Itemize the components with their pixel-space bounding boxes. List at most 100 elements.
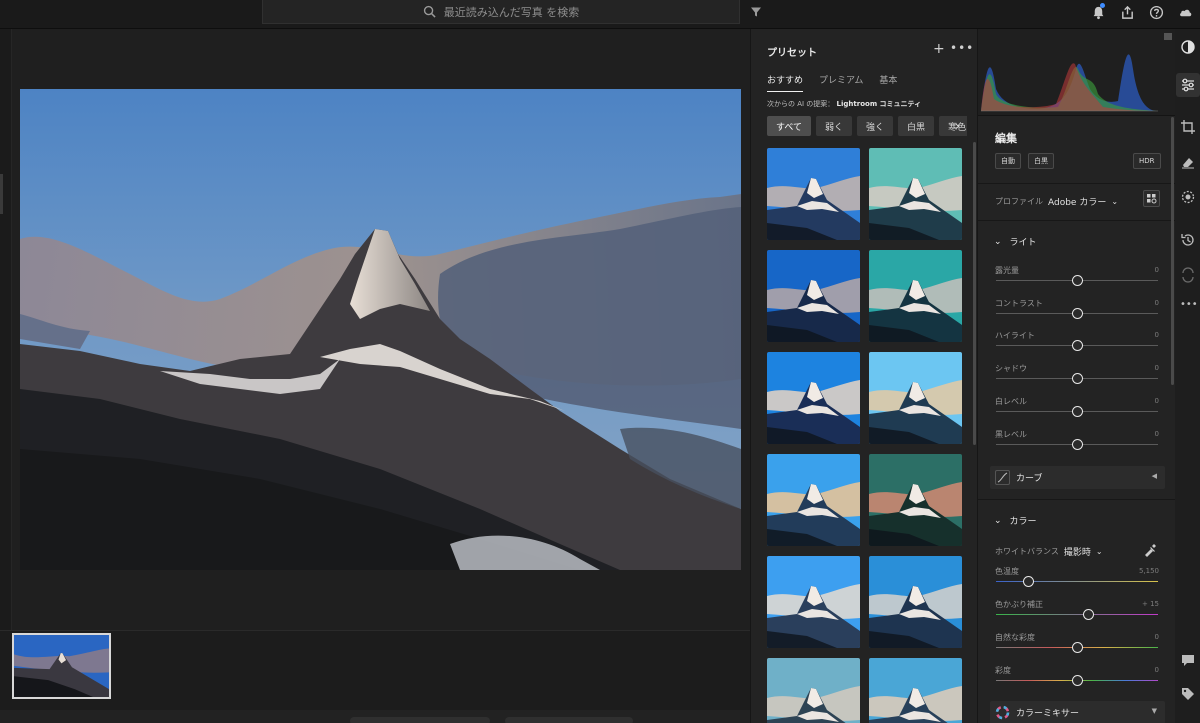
profile-label: プロファイル [995, 197, 1043, 206]
more-options-icon[interactable]: ••• [1180, 297, 1198, 313]
slider-handle[interactable] [1071, 373, 1083, 385]
share-button[interactable] [1113, 0, 1142, 24]
ai-suggestion-note: 次からの AI の提案： Lightroom コミュニティ [767, 99, 921, 109]
slider-value[interactable]: 5,150 [1139, 567, 1159, 575]
slider-label: 自然な彩度 [995, 633, 1035, 642]
slider-handle[interactable] [1071, 307, 1083, 319]
history-icon[interactable] [1180, 232, 1196, 248]
chip-bw[interactable]: 白黒 [898, 116, 935, 136]
preset-thumbnail[interactable] [869, 148, 962, 240]
preset-thumbnail[interactable] [767, 148, 860, 240]
curve-row[interactable]: カーブ ◀ [990, 466, 1165, 489]
slider-value[interactable]: 0 [1155, 666, 1159, 674]
profile-browser-button[interactable] [1143, 190, 1160, 207]
slider-value[interactable]: 0 [1155, 633, 1159, 641]
slider-handle[interactable] [1071, 275, 1083, 286]
caret-down-icon: ▼ [1151, 707, 1157, 715]
edit-mode-icon[interactable] [1180, 39, 1196, 55]
slider-handle[interactable] [1071, 405, 1083, 417]
slider-value[interactable]: 0 [1155, 430, 1159, 438]
preset-thumbnail[interactable] [767, 352, 860, 444]
add-preset-icon[interactable]: + [933, 41, 945, 57]
comment-icon[interactable] [1180, 652, 1196, 668]
left-panel-strip [0, 29, 12, 723]
slider-handle[interactable] [1071, 642, 1083, 653]
slider-label: シャドウ [995, 364, 1027, 374]
slider-value[interactable]: 0 [1155, 364, 1159, 372]
preset-thumbnail[interactable] [869, 658, 962, 723]
preset-thumbnail[interactable] [869, 352, 962, 444]
slider-track[interactable] [996, 581, 1158, 582]
filmstrip-thumbnail[interactable] [12, 633, 111, 699]
preset-thumbnail[interactable] [869, 250, 962, 342]
grid-icon [1147, 194, 1157, 204]
color-section-header[interactable]: ⌄ カラー [994, 514, 1037, 528]
slider-handle[interactable] [1071, 438, 1083, 450]
masking-icon[interactable] [1180, 189, 1196, 205]
slider-value[interactable]: 0 [1155, 299, 1159, 307]
preset-thumbnail[interactable] [869, 556, 962, 648]
preset-thumbnail[interactable] [767, 658, 860, 723]
chevron-down-icon: ⌄ [1111, 197, 1119, 206]
preset-thumbnail[interactable] [869, 454, 962, 546]
presets-scrollbar[interactable] [973, 142, 976, 445]
slider-value[interactable]: 0 [1155, 397, 1159, 405]
slider-handle[interactable] [1071, 340, 1083, 352]
edit-scrollbar[interactable] [1171, 117, 1174, 385]
white-balance-row[interactable]: ホワイトバランス 撮影時 ⌄ [995, 545, 1103, 558]
cloud-button[interactable] [1171, 0, 1200, 24]
slider-handle[interactable] [1022, 576, 1034, 587]
hdr-button[interactable]: HDR [1133, 153, 1161, 169]
edit-panel: 編集 自動 白黒 HDR プロファイル Adobe カラー ⌄ ⌄ ライト カー… [978, 29, 1175, 723]
slider-track[interactable] [996, 614, 1158, 615]
chip-all[interactable]: すべて [767, 116, 812, 136]
search-icon [423, 5, 436, 18]
bottom-toolbar-segment[interactable] [505, 717, 633, 723]
preset-thumbnail[interactable] [767, 454, 860, 546]
chevron-right-icon[interactable]: › [955, 119, 960, 133]
histogram-toggle[interactable] [1164, 33, 1172, 40]
slider-handle[interactable] [1082, 609, 1094, 620]
main-photo [20, 89, 741, 570]
bottom-toolbar-segment[interactable] [350, 717, 490, 723]
profile-row[interactable]: プロファイル Adobe カラー ⌄ [995, 195, 1118, 208]
sliders-icon[interactable] [1180, 77, 1196, 93]
chip-subtle[interactable]: 弱く [816, 116, 853, 136]
slider-value[interactable]: 0 [1155, 331, 1159, 339]
bw-button[interactable]: 白黒 [1028, 153, 1054, 169]
color-mixer-row[interactable]: カラーミキサー ▼ [990, 701, 1165, 723]
more-icon[interactable]: ••• [950, 41, 974, 55]
versions-icon[interactable] [1180, 267, 1196, 283]
preset-tabs: おすすめ プレミアム 基本 [767, 73, 897, 92]
light-section-header[interactable]: ⌄ ライト [994, 235, 1037, 249]
help-button[interactable] [1142, 0, 1171, 24]
slider-handle[interactable] [1071, 675, 1083, 686]
tab-recommended[interactable]: おすすめ [767, 73, 804, 92]
slider-label: 白レベル [995, 396, 1027, 406]
search-bar[interactable]: 最近読み込んだ写真 を検索 [262, 0, 740, 24]
filter-icon[interactable] [750, 6, 762, 18]
cloud-icon [1180, 9, 1192, 16]
chevron-down-icon: ⌄ [994, 236, 1002, 247]
chip-cool[interactable]: 寒色 [939, 116, 967, 136]
tab-basic[interactable]: 基本 [879, 73, 897, 92]
notification-button[interactable] [1084, 0, 1113, 24]
slider-value[interactable]: 0 [1155, 266, 1159, 274]
tag-icon[interactable] [1180, 686, 1196, 702]
eraser-icon[interactable] [1180, 154, 1196, 170]
right-toolbar: ••• [1175, 29, 1200, 723]
light-section-title: ライト [1009, 238, 1037, 248]
tab-premium[interactable]: プレミアム [819, 73, 863, 92]
slider-label: コントラスト [995, 298, 1043, 308]
preset-thumbnail[interactable] [767, 250, 860, 342]
share-icon [1122, 5, 1133, 19]
slider-value[interactable]: + 15 [1142, 600, 1159, 608]
color-mixer-label: カラーミキサー [1016, 709, 1080, 719]
auto-button[interactable]: 自動 [995, 153, 1021, 169]
preset-thumbnail[interactable] [767, 556, 860, 648]
eyedropper-icon[interactable] [1143, 543, 1157, 557]
slider-label: 露光量 [995, 266, 1019, 275]
chip-strong[interactable]: 強く [857, 116, 894, 136]
color-section-title: カラー [1009, 517, 1037, 527]
crop-icon[interactable] [1180, 119, 1196, 135]
